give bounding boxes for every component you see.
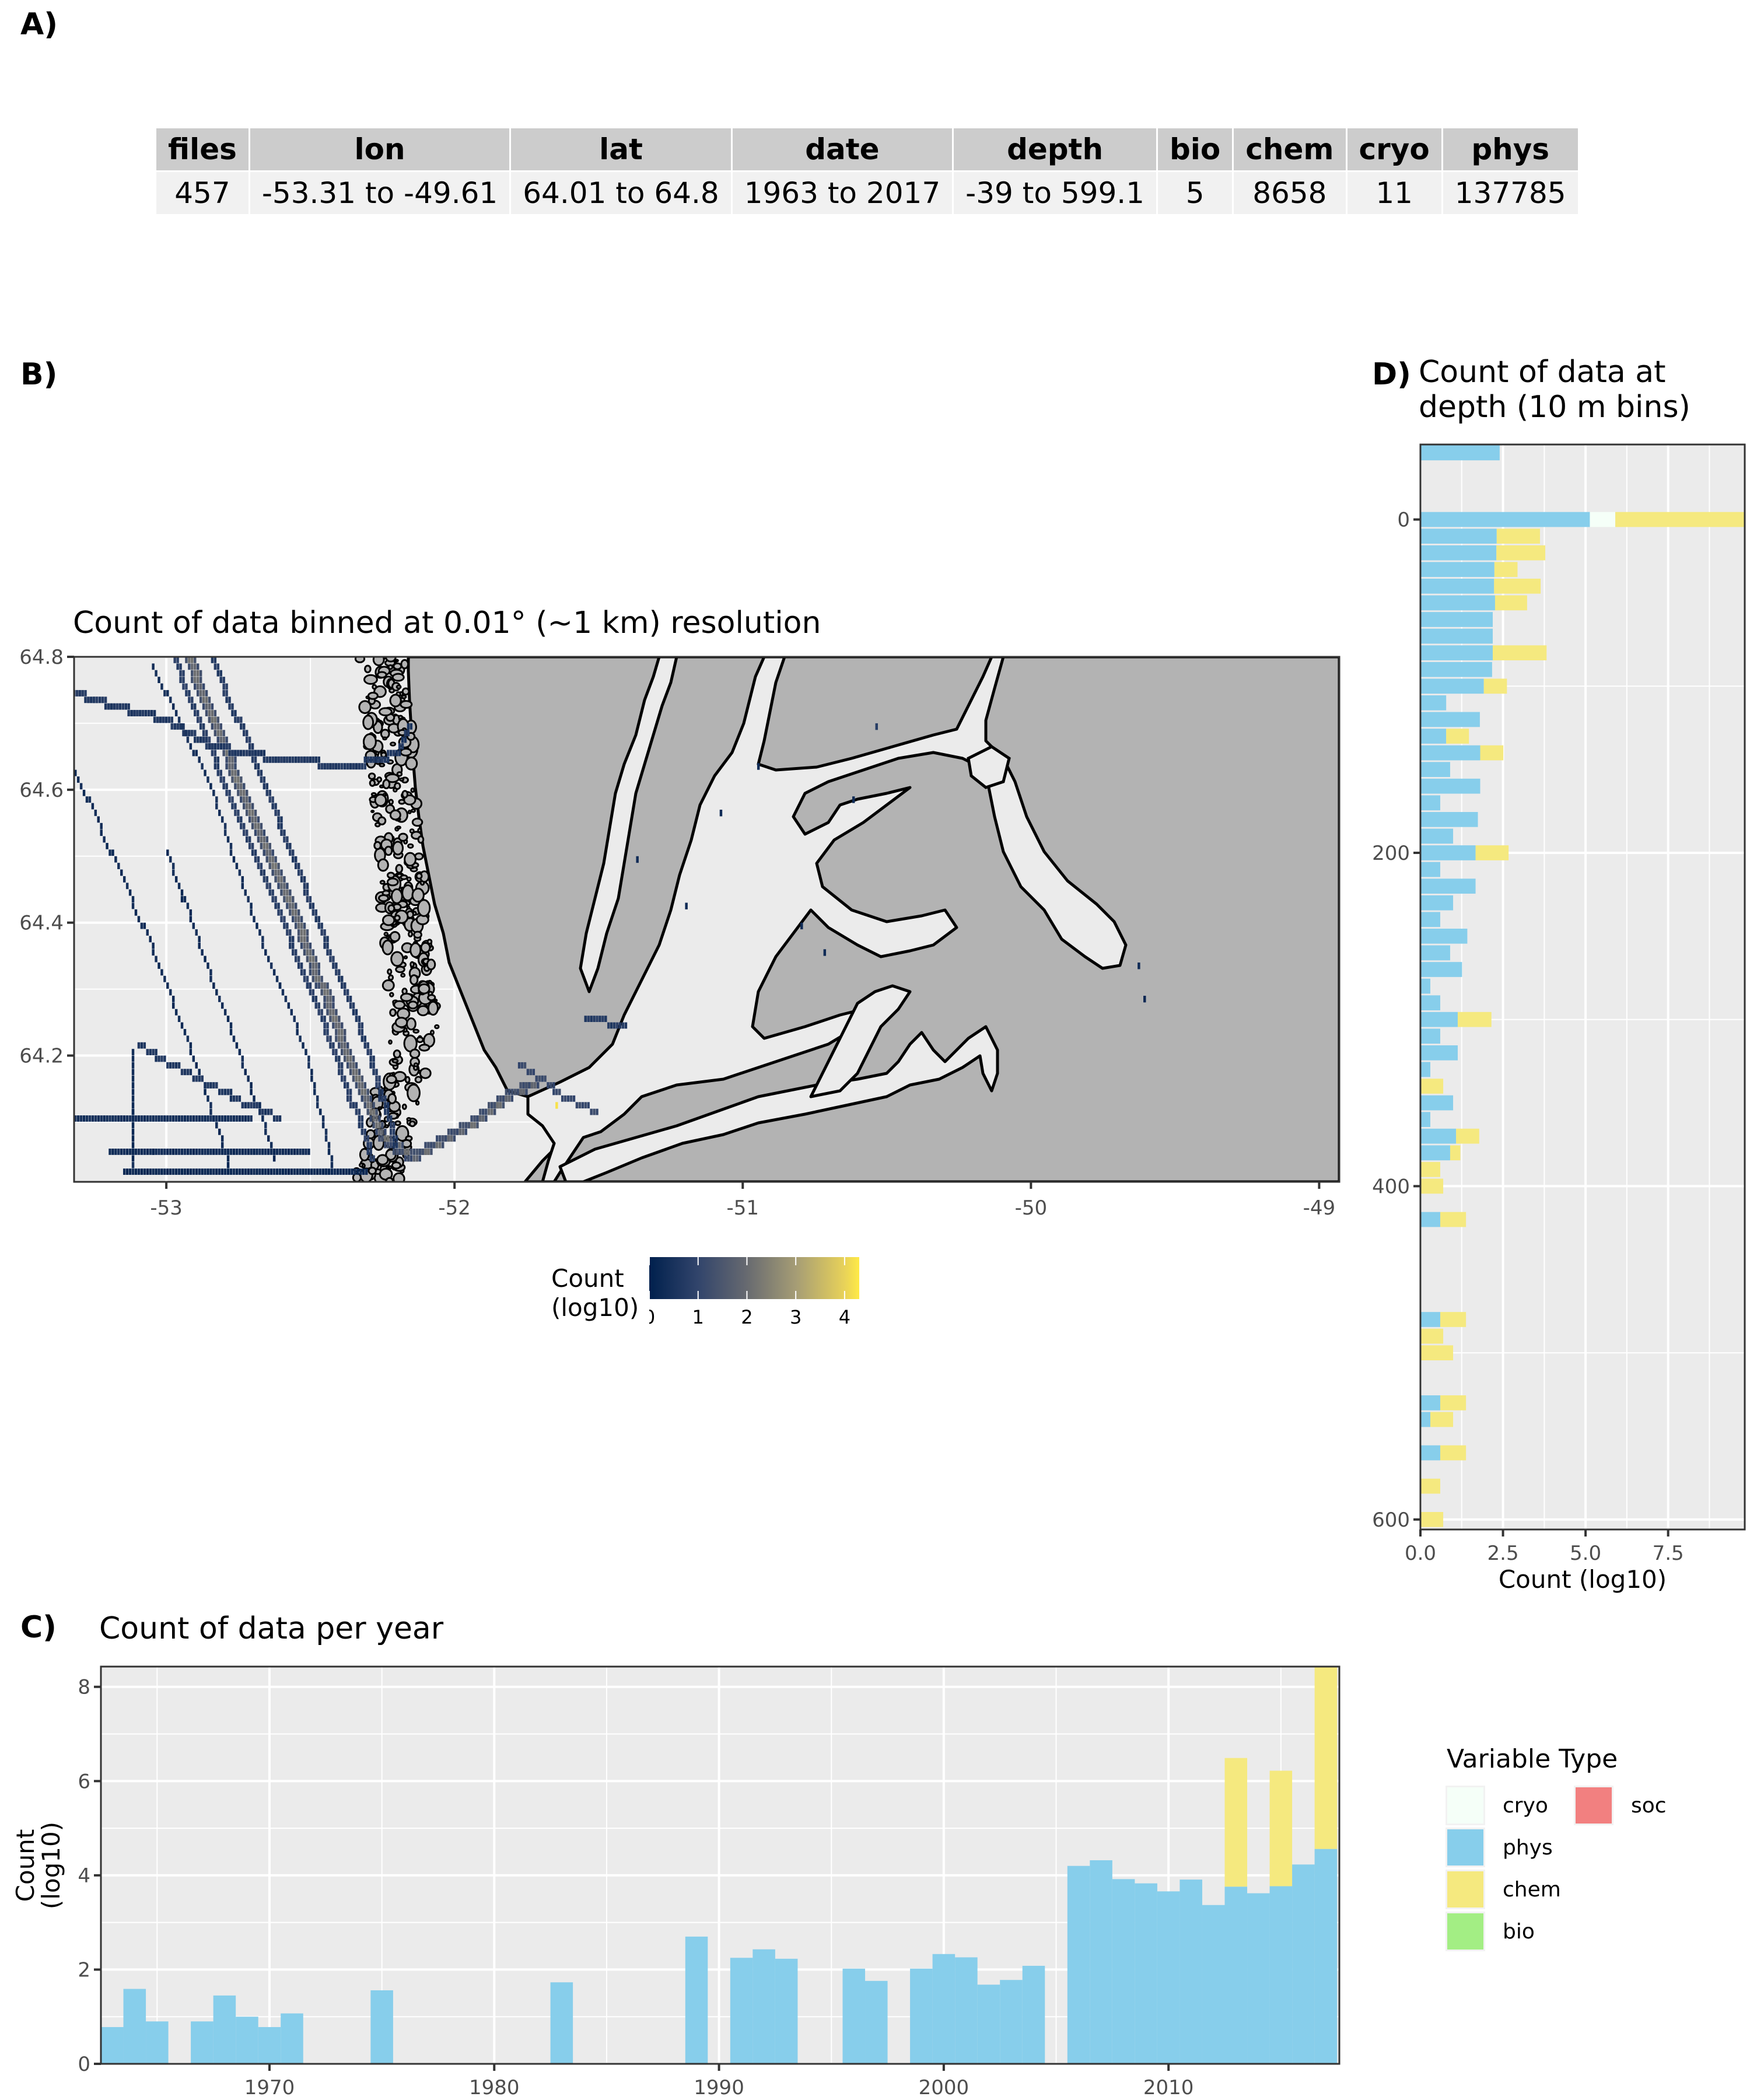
year-x-tick-label: 2010 xyxy=(1143,2076,1194,2099)
legend-label-chem: chem xyxy=(1503,1878,1561,1902)
legend-label-phys: phys xyxy=(1503,1836,1553,1860)
year-bar-phys xyxy=(1157,1891,1180,2064)
year-bar-phys xyxy=(1292,1864,1315,2064)
legend-empty-cell xyxy=(1574,1828,1620,1870)
legend-items: cryo soc phys chem bio xyxy=(1446,1786,1702,1954)
year-bar-phys xyxy=(1112,1879,1135,2064)
year-bar-phys xyxy=(1247,1893,1270,2064)
year-y-tick-label: 0 xyxy=(78,2053,90,2076)
legend-empty-cell xyxy=(1620,1828,1702,1870)
year-bar-phys xyxy=(1180,1880,1202,2064)
year-bar-phys xyxy=(752,1949,775,2064)
year-bar-phys xyxy=(1224,1887,1248,2064)
legend-key-cryo xyxy=(1446,1786,1485,1825)
year-bar-phys xyxy=(1022,1965,1045,2064)
year-bar-phys xyxy=(1135,1883,1157,2064)
year-x-tick-label: 1980 xyxy=(469,2076,520,2099)
year-x-tick-label: 1990 xyxy=(694,2076,744,2099)
year-bar-phys xyxy=(842,1968,866,2064)
year-bar-phys xyxy=(191,2021,214,2064)
legend-key-phys xyxy=(1446,1828,1485,1867)
year-bar-phys xyxy=(1090,1860,1112,2064)
legend-empty-cell xyxy=(1620,1870,1702,1912)
year-bar-phys xyxy=(370,1990,393,2064)
legend-key-bio xyxy=(1446,1912,1485,1951)
year-bar-phys xyxy=(281,2013,303,2064)
year-bar-phys xyxy=(865,1980,888,2064)
year-bar-phys xyxy=(550,1982,573,2064)
legend-label-bio: bio xyxy=(1503,1920,1535,1944)
legend-empty-cell xyxy=(1574,1870,1620,1912)
year-bar-phys xyxy=(730,1958,753,2064)
year-bar-chem xyxy=(1224,1758,1248,1887)
legend-key-chem xyxy=(1446,1870,1485,1909)
year-y-tick-label: 2 xyxy=(78,1958,90,1982)
year-bar-phys xyxy=(1269,1886,1293,2064)
year-bar-phys xyxy=(101,2027,124,2064)
year-y-tick-label: 6 xyxy=(78,1770,90,1793)
year-bar-chem xyxy=(1314,1667,1338,1849)
legend-title: Variable Type xyxy=(1447,1744,1618,1774)
year-y-axis-title-line1: Count xyxy=(11,1829,40,1902)
year-bar-phys xyxy=(685,1936,708,2064)
year-x-tick-label: 1970 xyxy=(244,2076,295,2099)
year-bar-phys xyxy=(910,1968,933,2064)
year-bar-phys xyxy=(775,1958,798,2064)
year-bar-phys xyxy=(932,1954,956,2064)
legend-label-soc: soc xyxy=(1631,1794,1667,1818)
variable-type-legend: Variable Type cryo soc phys chem bio xyxy=(1446,1744,1702,1954)
year-bar-phys xyxy=(123,1989,146,2064)
year-bar-phys xyxy=(146,2021,169,2064)
legend-empty-cell xyxy=(1574,1912,1620,1954)
year-bar-phys xyxy=(258,2027,281,2064)
year-x-tick-label: 2000 xyxy=(919,2076,970,2099)
legend-label-cryo: cryo xyxy=(1503,1794,1548,1818)
year-y-tick-label: 4 xyxy=(78,1864,90,1888)
year-bar-phys xyxy=(1202,1905,1225,2064)
year-bar-chem xyxy=(1269,1770,1293,1887)
year-bar-phys xyxy=(955,1957,978,2064)
legend-key-soc xyxy=(1574,1786,1614,1825)
year-y-tick-label: 8 xyxy=(78,1676,90,1699)
legend-empty-cell xyxy=(1620,1912,1702,1954)
year-bar-phys xyxy=(236,2017,258,2064)
year-bar-phys xyxy=(1314,1849,1338,2064)
year-bar-phys xyxy=(1067,1866,1090,2064)
year-y-axis-title-line2: (log10) xyxy=(37,1822,65,1909)
year-bar-phys xyxy=(1000,1980,1023,2064)
year-bar-phys xyxy=(977,1985,1000,2064)
year-bar-phys xyxy=(213,1995,236,2064)
